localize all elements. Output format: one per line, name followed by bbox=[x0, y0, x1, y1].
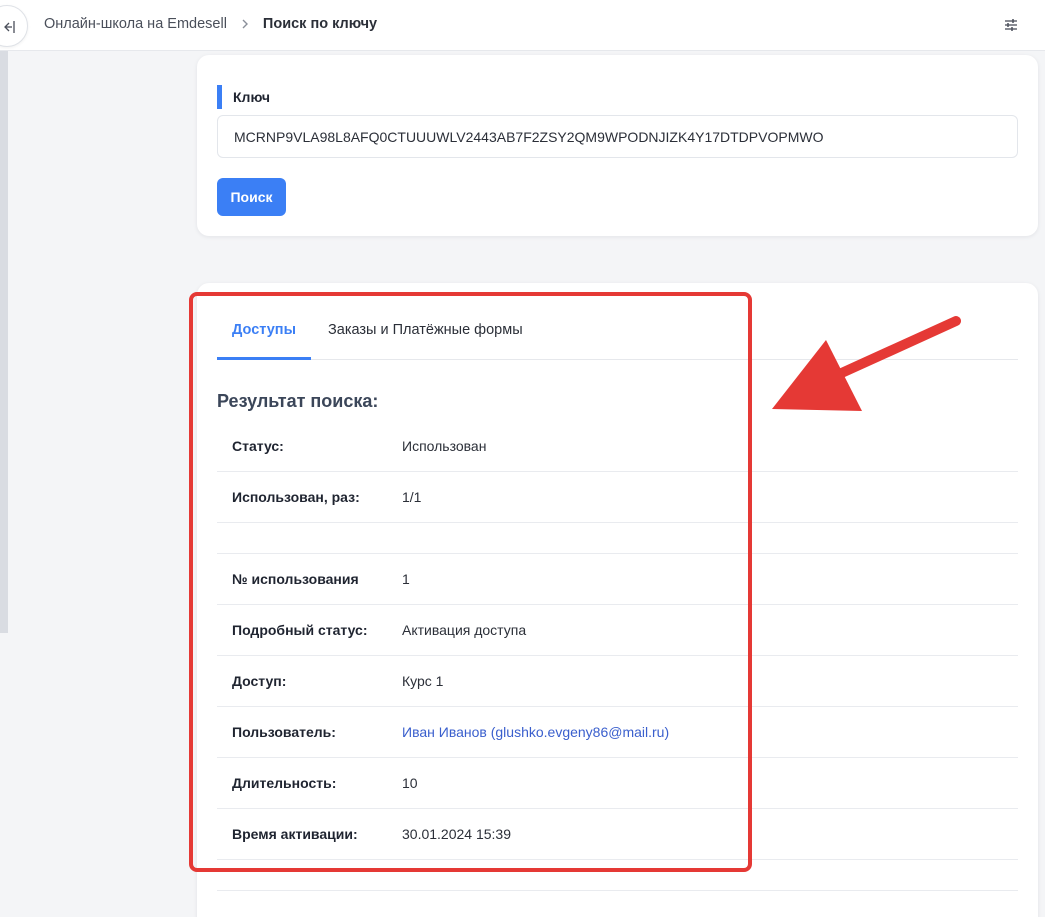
page: Онлайн-школа на Emdesell Поиск по ключу … bbox=[0, 0, 1045, 917]
annotation-arrow-icon bbox=[772, 316, 961, 411]
